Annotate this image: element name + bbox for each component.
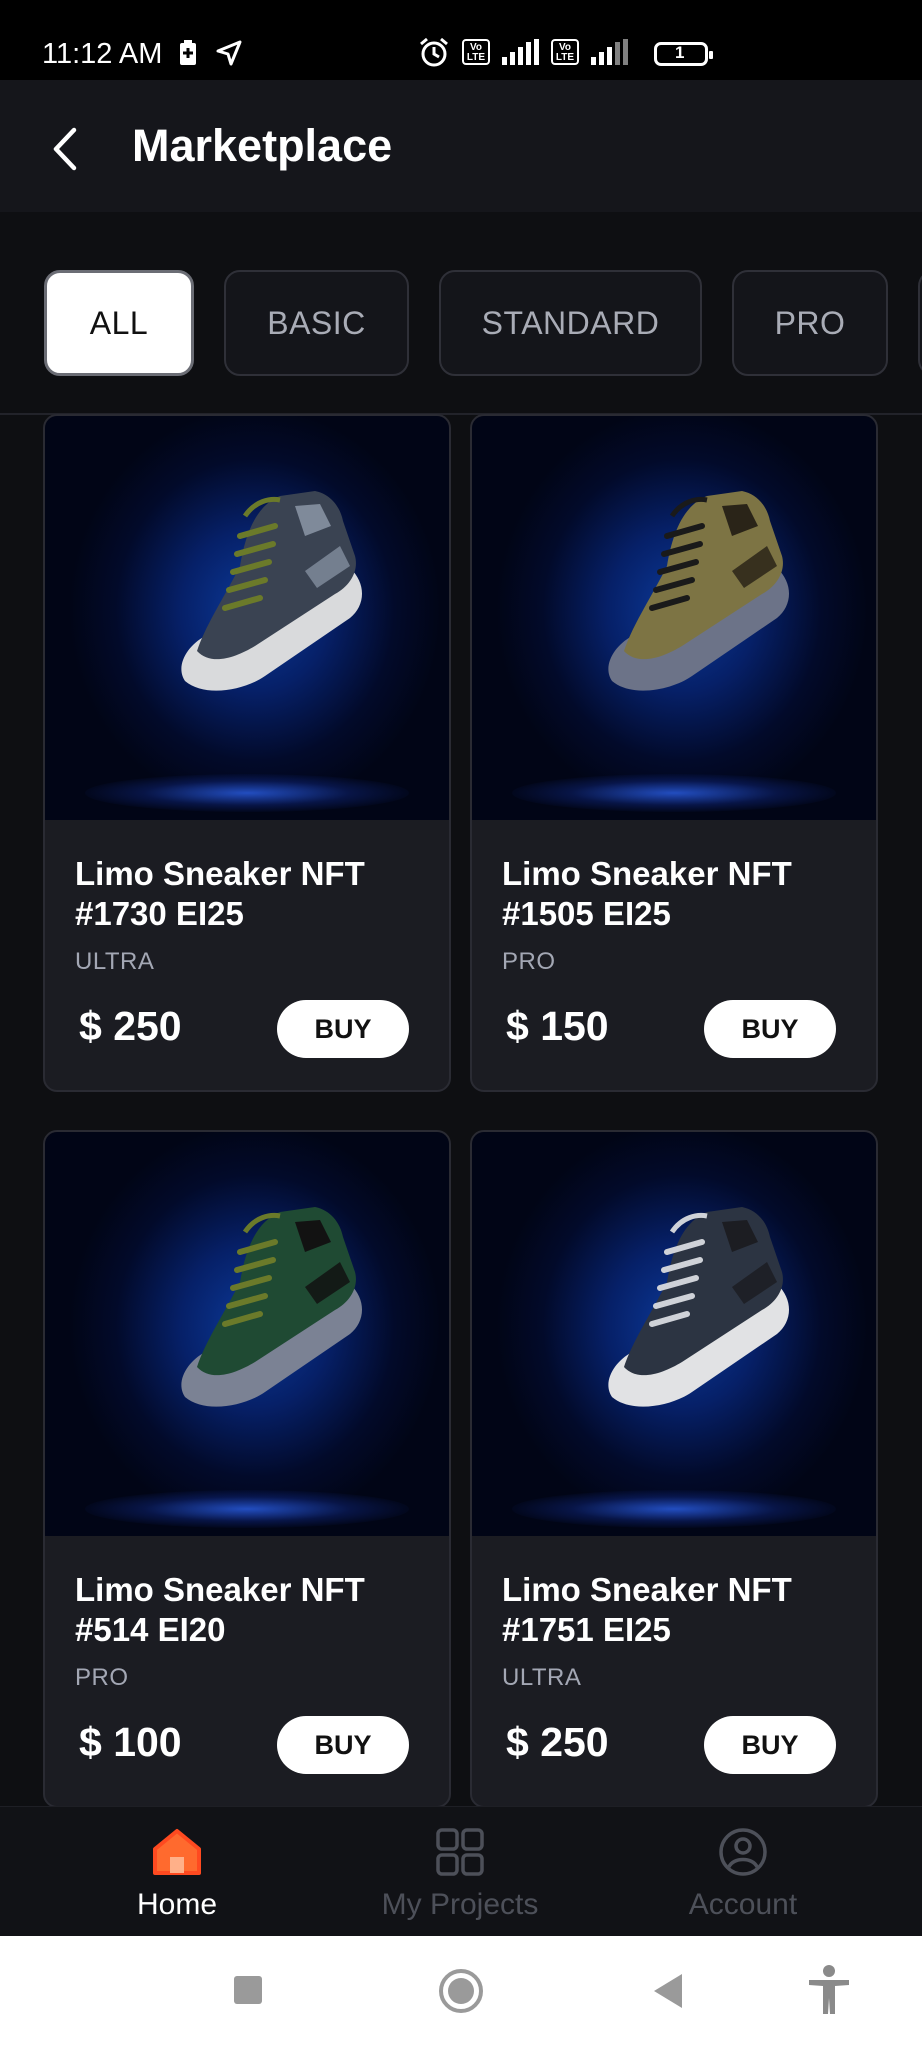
status-left-icons [178,40,242,66]
signal-icon [502,39,539,65]
product-name: Limo Sneaker NFT #1730 EI25 [75,855,365,932]
navigation-arrow-icon [216,40,242,66]
sneaker-image [608,491,790,691]
product-price: $ 150 [506,1003,609,1049]
volte-icon-2: Vo LTE [551,39,579,65]
filter-chip-pro[interactable]: PRO [732,270,888,376]
product-name: Limo Sneaker NFT #1751 EI25 [502,1571,792,1648]
home-icon [153,1829,201,1875]
product-tier: ULTRA [502,1664,582,1691]
back-triangle-icon[interactable] [652,1972,684,2010]
product-image [472,416,876,820]
nav-account-label: Account [688,1888,798,1921]
app-header: Marketplace [0,80,922,212]
grid-icon [436,1828,484,1876]
buy-button[interactable]: BUY [277,1716,409,1774]
nav-my-projects[interactable]: My Projects [360,1827,560,1922]
buy-button[interactable]: BUY [277,1000,409,1058]
product-price: $ 250 [79,1003,182,1049]
product-card[interactable]: Limo Sneaker NFT #1751 EI25 ULTRA $ 250 B… [470,1130,878,1808]
filter-chip-next[interactable] [918,270,922,376]
status-center-icons: Vo LTE Vo LTE [418,36,628,68]
recents-square-icon[interactable] [232,1974,264,2006]
filter-chip-all[interactable]: ALL [44,270,194,376]
back-arrow-icon[interactable] [46,124,86,174]
filter-chip-basic[interactable]: BASIC [224,270,409,376]
nav-home[interactable]: Home [77,1827,277,1922]
product-card[interactable]: Limo Sneaker NFT #1505 EI25 PRO $ 150 BUY [470,414,878,1092]
nav-account[interactable]: Account [643,1827,843,1922]
product-price: $ 250 [506,1719,609,1765]
battery-saver-icon [180,40,196,65]
battery-icon: 1 [654,42,713,66]
sneaker-image [181,1207,363,1407]
sneaker-image [608,1207,790,1407]
product-price: $ 100 [79,1719,182,1765]
buy-button[interactable]: BUY [704,1716,836,1774]
filter-chip-standard[interactable]: STANDARD [439,270,702,376]
nav-my-projects-label: My Projects [381,1888,539,1921]
product-image [45,416,449,820]
alarm-icon [420,37,448,67]
product-tier: ULTRA [75,948,155,975]
bottom-navigation: Home My Projects Account [0,1806,922,1936]
product-image [45,1132,449,1536]
system-navigation-bar [0,1936,922,2048]
account-icon [719,1828,767,1876]
product-card[interactable]: Limo Sneaker NFT #1730 EI25 ULTRA $ 250 B… [43,414,451,1092]
product-tier: PRO [502,948,556,975]
product-name: Limo Sneaker NFT #1505 EI25 [502,855,792,932]
product-card[interactable]: Limo Sneaker NFT #514 EI20 PRO $ 100 BUY [43,1130,451,1808]
filter-bar: ALL BASIC STANDARD PRO [0,212,922,415]
product-image [472,1132,876,1536]
buy-button[interactable]: BUY [704,1000,836,1058]
signal-icon-2 [591,39,628,65]
status-time: 11:12 AM [42,38,163,70]
nav-home-label: Home [136,1888,218,1921]
status-bar: 11:12 AM Vo LTE Vo LTE 1 [0,0,922,80]
home-circle-icon[interactable] [438,1968,484,2014]
product-name: Limo Sneaker NFT #514 EI20 [75,1571,365,1648]
page-title: Marketplace [132,120,393,171]
accessibility-icon[interactable] [806,1964,852,2016]
volte-icon: Vo LTE [462,39,490,65]
product-tier: PRO [75,1664,129,1691]
sneaker-image [181,491,363,691]
